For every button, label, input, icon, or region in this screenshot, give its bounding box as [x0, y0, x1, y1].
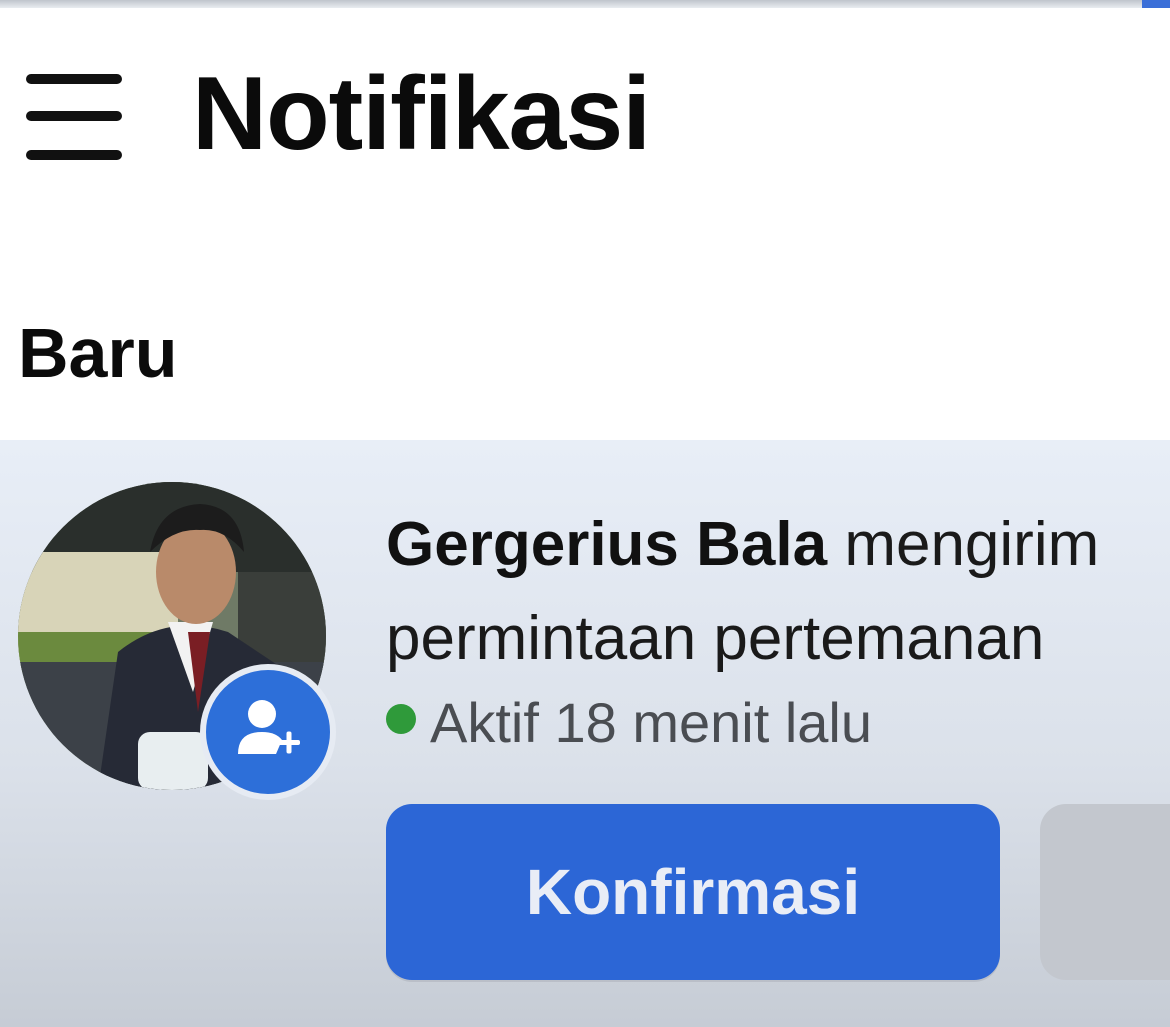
delete-button[interactable]: [1040, 804, 1170, 980]
top-divider: [0, 0, 1170, 8]
online-status-dot: [386, 703, 416, 734]
top-accent-strip: [1142, 0, 1170, 8]
activity-status-text: Aktif 18 menit lalu: [430, 691, 872, 754]
hamburger-menu-icon[interactable]: [24, 70, 124, 162]
menu-icon-bar: [26, 150, 122, 160]
activity-status: Aktif 18 menit lalu: [386, 690, 872, 754]
add-friend-glyph: [238, 700, 300, 754]
confirm-button[interactable]: Konfirmasi: [386, 804, 1000, 980]
message-line-1: Gergerius Bala mengirim: [386, 498, 1170, 592]
friend-request-notification[interactable]: Gergerius Bala mengirim permintaan perte…: [0, 440, 1170, 1027]
section-label-new: Baru: [18, 314, 178, 392]
menu-icon-bar: [26, 74, 122, 84]
add-friend-icon: [200, 664, 336, 800]
menu-icon-bar: [26, 111, 122, 121]
message-line-2: permintaan pertemanan: [386, 604, 1045, 673]
notification-message: Gergerius Bala mengirim permintaan perte…: [386, 498, 1170, 686]
message-text: mengirim: [827, 510, 1100, 579]
page-title: Notifikasi: [192, 56, 651, 172]
sender-name[interactable]: Gergerius Bala: [386, 510, 827, 579]
